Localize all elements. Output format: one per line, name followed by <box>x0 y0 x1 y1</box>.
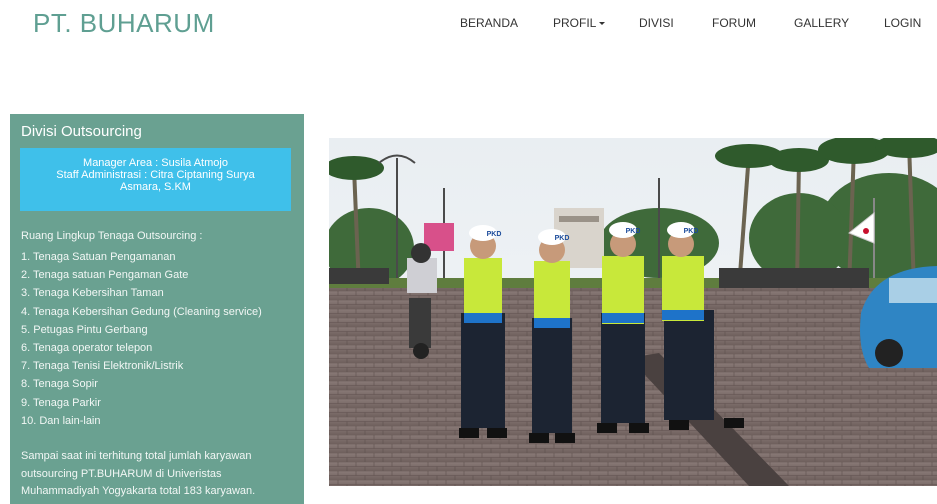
staff-info-box: Manager Area : Susila Atmojo Staff Admin… <box>20 148 291 211</box>
caret-down-icon <box>599 22 606 26</box>
helmet-label: PKD <box>487 231 502 238</box>
list-item: 9. Tenaga Parkir <box>21 396 101 409</box>
nav-divisi[interactable]: DIVISI <box>639 16 674 30</box>
main-nav: BERANDA PROFIL DIVISI FORUM GALLERY LOGI… <box>0 16 937 32</box>
panel-title: Divisi Outsourcing <box>21 123 142 140</box>
list-item: 4. Tenaga Kebersihan Gedung (Cleaning se… <box>21 305 262 318</box>
helmet-label: PKD <box>626 228 641 235</box>
nav-beranda[interactable]: BERANDA <box>460 16 518 30</box>
division-panel: Divisi Outsourcing Manager Area : Susila… <box>10 114 304 504</box>
list-item: 3. Tenaga Kebersihan Taman <box>21 287 164 300</box>
list-item: 5. Petugas Pintu Gerbang <box>21 323 148 336</box>
nav-login[interactable]: LOGIN <box>884 16 921 30</box>
helmet-label: PKD <box>555 235 570 242</box>
summary-text: Sampai saat ini terhitung total jumlah k… <box>21 450 256 498</box>
nav-forum[interactable]: FORUM <box>712 16 756 30</box>
manager-text: Manager Area : Susila Atmojo <box>83 157 228 169</box>
list-item: 6. Tenaga operator telepon <box>21 342 153 355</box>
nav-profil-label: PROFIL <box>553 16 597 30</box>
scope-title: Ruang Lingkup Tenaga Outsourcing : <box>21 230 203 242</box>
helmet-label: PKD <box>684 228 699 235</box>
nav-profil-dropdown[interactable]: PROFIL <box>553 16 606 30</box>
list-item: 10. Dan lain-lain <box>21 414 101 427</box>
scope-list: 1. Tenaga Satuan Pengamanan 2. Tenaga sa… <box>21 248 262 430</box>
nav-gallery[interactable]: GALLERY <box>794 16 849 30</box>
list-item: 8. Tenaga Sopir <box>21 378 98 391</box>
staff-text: Staff Administrasi : Citra Ciptaning Sur… <box>56 169 255 193</box>
list-item: 1. Tenaga Satuan Pengamanan <box>21 251 176 263</box>
navbar: PT. BUHARUM BERANDA PROFIL DIVISI FORUM … <box>0 0 937 48</box>
list-item: 7. Tenaga Tenisi Elektronik/Listrik <box>21 360 184 373</box>
list-item: 2. Tenaga satuan Pengaman Gate <box>21 269 189 282</box>
security-staff-photo: PKD PKD PKD PKD <box>329 138 937 486</box>
photo-illustration: PKD PKD PKD PKD <box>329 138 937 486</box>
